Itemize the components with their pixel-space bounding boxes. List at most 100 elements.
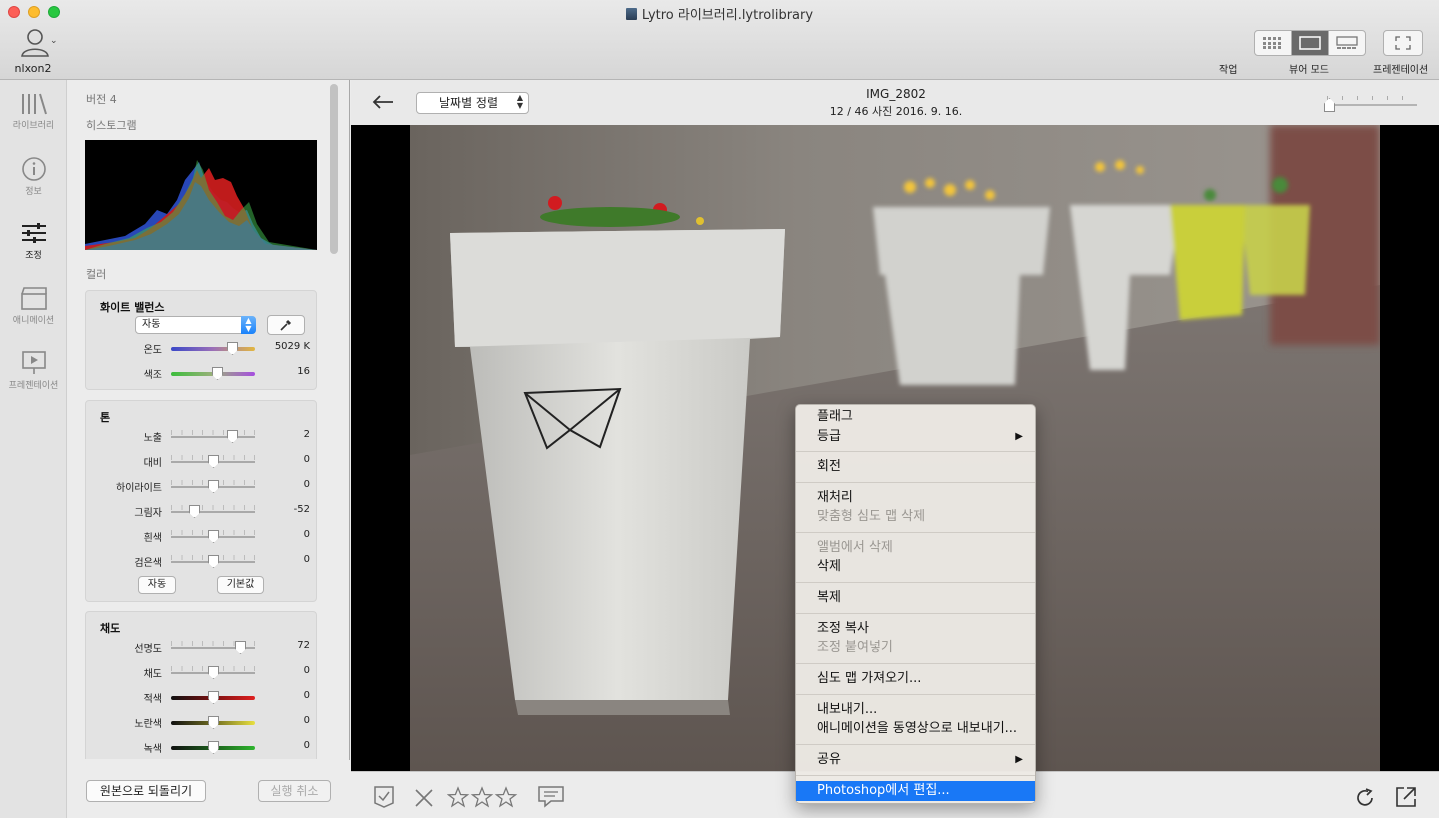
menu-item-rotate[interactable]: 회전	[796, 457, 1035, 477]
slider-row-contrast: 대비 0	[143, 454, 310, 469]
revert-to-original-button[interactable]: 원본으로 되돌리기	[86, 780, 206, 802]
exposure-thumb[interactable]	[227, 430, 238, 443]
white-balance-group: 화이트 밸런스 자동 ▲ ▼ 온도 5029 K 색조 16	[85, 290, 317, 390]
info-icon	[21, 157, 46, 181]
slider-row-saturation: 채도 0	[143, 665, 310, 680]
rail-item-adjust[interactable]: 조정	[0, 220, 67, 261]
panel-scrollbar[interactable]	[330, 84, 338, 254]
menu-item-copy-adjustments[interactable]: 조정 복사	[796, 619, 1035, 639]
context-menu: 플래그 등급 ▶ 회전 재처리 맞춤형 심도 맵 삭제 앨범에서 삭제 삭제 복제…	[795, 404, 1036, 804]
rotate-icon[interactable]	[1354, 787, 1376, 809]
highlights-thumb[interactable]	[208, 480, 219, 493]
zoom-thumb[interactable]	[1324, 98, 1335, 112]
saturation-group: 채도 선명도 72 채도 0 적색 0 노란색 0 녹색 0	[85, 611, 317, 759]
slider-row-clarity: 선명도 72	[134, 640, 310, 655]
rail-item-info[interactable]: 정보	[0, 156, 67, 197]
menu-item-delete-depth-map[interactable]: 맞춤형 심도 맵 삭제	[796, 507, 1035, 527]
menu-item-delete[interactable]: 삭제	[796, 557, 1035, 577]
whites-thumb[interactable]	[208, 530, 219, 543]
single-view-button[interactable]	[1292, 31, 1329, 55]
slider-row-temperature: 온도 5029 K	[143, 341, 310, 356]
blacks-thumb[interactable]	[208, 555, 219, 568]
temperature-track[interactable]	[171, 347, 255, 351]
submenu-arrow-icon: ▶	[1015, 754, 1023, 765]
image-name: IMG_2802	[866, 87, 926, 101]
saturation-thumb[interactable]	[208, 666, 219, 679]
clarity-thumb[interactable]	[235, 641, 246, 654]
title-bar: Lytro 라이브러리.lytrolibrary ⌄ nlxon2 작업 뷰어 …	[0, 0, 1439, 80]
single-image-icon	[1299, 36, 1321, 50]
viewer-header: 날짜별 정렬 ▲ ▼ IMG_2802 12 / 46 사진 2016. 9. 1…	[351, 80, 1439, 125]
comment-icon[interactable]	[537, 785, 565, 809]
version-label: 버전 4	[86, 93, 117, 106]
red-thumb[interactable]	[208, 691, 219, 704]
tint-thumb[interactable]	[212, 367, 223, 380]
temperature-thumb[interactable]	[227, 342, 238, 355]
histogram	[85, 140, 317, 250]
chevron-down-icon[interactable]: ⌄	[50, 36, 58, 46]
white-balance-preset-select[interactable]: 자동 ▲ ▼	[135, 316, 256, 334]
zoom-slider-ticks	[1327, 96, 1417, 100]
slider-row-green: 녹색 0	[143, 740, 310, 755]
menu-item-edit-in-photoshop[interactable]: Photoshop에서 편집...	[796, 781, 1035, 801]
sliders-icon	[21, 223, 46, 243]
image-meta: 12 / 46 사진 2016. 9. 16.	[829, 105, 963, 118]
filmstrip-icon	[1336, 36, 1358, 49]
presentation-button[interactable]	[1383, 30, 1423, 56]
slider-row-shadows: 그림자 -52	[134, 504, 310, 519]
shadows-thumb[interactable]	[189, 505, 200, 518]
user-name: nlxon2	[14, 62, 52, 75]
menu-item-import-depth-map[interactable]: 심도 맵 가져오기...	[796, 669, 1035, 689]
tone-title: 톤	[100, 411, 111, 424]
rail-item-animation[interactable]: 애니메이션	[0, 285, 67, 326]
menu-item-flag[interactable]: 플래그	[796, 407, 1035, 427]
slider-row-tint: 색조 16	[143, 366, 310, 381]
grid-view-button[interactable]	[1255, 31, 1292, 55]
chevron-updown-icon: ▲ ▼	[516, 93, 523, 110]
user-avatar-icon	[21, 29, 49, 57]
menu-item-paste-adjustments[interactable]: 조정 붙여넣기	[796, 638, 1035, 658]
back-arrow-icon[interactable]	[371, 94, 395, 110]
submenu-arrow-icon: ▶	[1015, 431, 1023, 442]
menu-item-share[interactable]: 공유 ▶	[796, 750, 1035, 770]
tone-default-button[interactable]: 기본값	[217, 576, 264, 594]
flag-check-icon[interactable]	[373, 785, 395, 809]
menu-item-export-animation[interactable]: 애니메이션을 동영상으로 내보내기...	[796, 719, 1035, 739]
filmstrip-view-button[interactable]	[1329, 31, 1365, 55]
white-balance-eyedropper-button[interactable]	[267, 315, 305, 335]
slider-row-highlights: 하이라이트 0	[116, 479, 310, 494]
slider-row-red: 적색 0	[143, 690, 310, 705]
mode-rail: 라이브러리 정보 조정 애니메이션 프레젠테이션	[0, 80, 67, 818]
library-document-icon	[625, 8, 637, 20]
grid-icon	[1263, 37, 1281, 49]
viewer-mode-label: 뷰어 모드	[1289, 65, 1329, 76]
green-thumb[interactable]	[208, 741, 219, 754]
reject-x-icon[interactable]	[414, 788, 434, 808]
slider-row-blacks: 검은색 0	[134, 554, 310, 569]
menu-item-export[interactable]: 내보내기...	[796, 700, 1035, 720]
undo-button[interactable]: 실행 취소	[258, 780, 331, 802]
view-mode-segmented-control[interactable]	[1254, 30, 1366, 56]
slider-row-yellow: 노란색 0	[134, 715, 310, 730]
slider-row-whites: 흰색 0	[143, 529, 310, 544]
menu-item-reprocess[interactable]: 재처리	[796, 488, 1035, 508]
share-export-icon[interactable]	[1394, 785, 1418, 809]
rail-item-library[interactable]: 라이브러리	[0, 92, 67, 131]
rail-item-presentation[interactable]: 프레젠테이션	[0, 350, 67, 391]
zoom-slider[interactable]	[1327, 104, 1417, 106]
library-icon	[21, 93, 47, 115]
contrast-thumb[interactable]	[208, 455, 219, 468]
tone-auto-button[interactable]: 자동	[138, 576, 176, 594]
fullscreen-icon	[1395, 36, 1411, 50]
menu-item-remove-from-album[interactable]: 앨범에서 삭제	[796, 538, 1035, 558]
star-rating-icon[interactable]	[447, 786, 519, 808]
eyedropper-icon	[280, 319, 292, 331]
menu-item-rating[interactable]: 등급 ▶	[796, 427, 1035, 447]
histogram-label: 히스토그램	[86, 119, 137, 132]
chevron-updown-icon: ▲ ▼	[241, 316, 256, 334]
clapperboard-icon	[20, 287, 47, 310]
yellow-thumb[interactable]	[208, 716, 219, 729]
menu-item-duplicate[interactable]: 복제	[796, 588, 1035, 608]
window-title: Lytro 라이브러리.lytrolibrary	[0, 4, 1439, 23]
sort-select[interactable]: 날짜별 정렬 ▲ ▼	[416, 92, 529, 114]
